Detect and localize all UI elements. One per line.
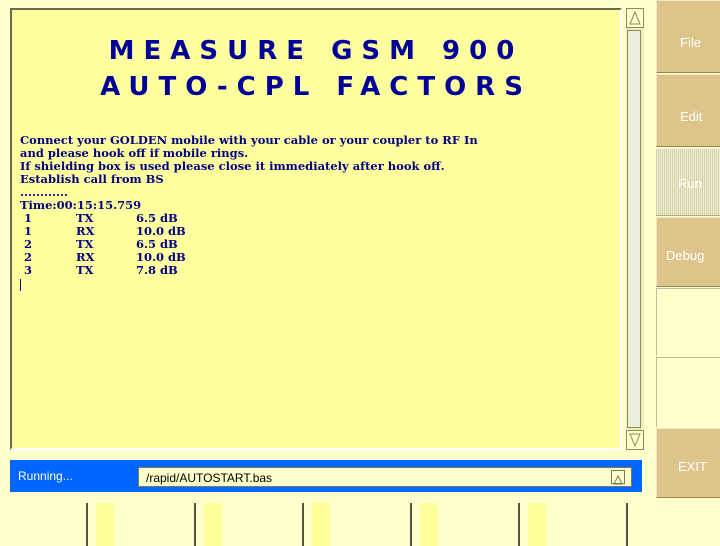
scroll-down-button[interactable]	[626, 430, 644, 450]
softkey-run[interactable]: Run	[656, 148, 720, 216]
bottom-softkey-1[interactable]	[0, 503, 86, 546]
status-bar: Running... /rapid/AUTOSTART.bas	[10, 460, 642, 492]
softkey-blank-2[interactable]	[656, 357, 720, 427]
row-direction: TX	[76, 263, 94, 277]
row-channel: 3	[24, 263, 33, 277]
bottom-softkey-7[interactable]	[636, 503, 720, 546]
vertical-scrollbar[interactable]	[626, 8, 644, 450]
result-table: 1 TX 6.5 dB 1 RX 10.0 dB 2 TX 6.5 dB 2 R…	[20, 212, 256, 277]
script-path-select[interactable]: /rapid/AUTOSTART.bas	[138, 467, 632, 487]
dropdown-button[interactable]	[611, 470, 625, 485]
scroll-up-button[interactable]	[626, 8, 644, 28]
softkey-debug[interactable]: Debug	[656, 217, 720, 287]
softkey-edit[interactable]: Edit	[656, 74, 720, 147]
arrow-up-icon	[629, 10, 641, 25]
arrow-down-icon	[629, 433, 641, 448]
softkey-exit[interactable]: EXIT	[656, 428, 720, 498]
softkey-edit-label: Edit	[680, 109, 703, 124]
softkey-exit-label: EXIT	[678, 459, 707, 474]
terminal-panel: MEASURE GSM 900 AUTO-CPL FACTORS Connect…	[10, 8, 622, 450]
script-path-value: /rapid/AUTOSTART.bas	[146, 471, 273, 485]
divider	[626, 503, 628, 546]
softkey-blank-1[interactable]	[656, 288, 720, 356]
divider	[518, 503, 520, 546]
scrollbar-thumb[interactable]	[627, 30, 641, 428]
arrow-up-icon	[613, 474, 623, 485]
softkey-file[interactable]: File	[656, 0, 720, 73]
divider	[410, 503, 412, 546]
divider	[204, 503, 222, 546]
console-output[interactable]: Connect your GOLDEN mobile with your cab…	[20, 134, 610, 291]
bottom-softkey-4[interactable]	[330, 503, 410, 546]
softkey-file-label: File	[680, 35, 701, 50]
page-title-line1: MEASURE GSM 900	[108, 36, 524, 66]
table-row: 3 TX 7.8 dB	[20, 264, 256, 277]
divider	[420, 503, 438, 546]
bottom-softkey-5[interactable]	[438, 503, 518, 546]
divider	[86, 503, 88, 546]
status-text: Running...	[18, 469, 73, 483]
divider	[302, 503, 304, 546]
bottom-softkey-6[interactable]	[546, 503, 626, 546]
softkey-run-label: Run	[678, 176, 702, 191]
bottom-softkey-3[interactable]	[222, 503, 302, 546]
console-line: Establish call from BS	[20, 172, 164, 186]
divider	[528, 503, 546, 546]
divider	[96, 503, 114, 546]
divider	[312, 503, 330, 546]
text-cursor	[20, 279, 21, 291]
softkey-debug-label: Debug	[666, 248, 705, 263]
console-time-line: Time:00:15:15.759	[20, 198, 142, 212]
bottom-softkey-2[interactable]	[114, 503, 194, 546]
divider	[194, 503, 196, 546]
row-value: 7.8 dB	[136, 263, 178, 277]
page-title-line2: AUTO-CPL FACTORS	[100, 72, 532, 102]
